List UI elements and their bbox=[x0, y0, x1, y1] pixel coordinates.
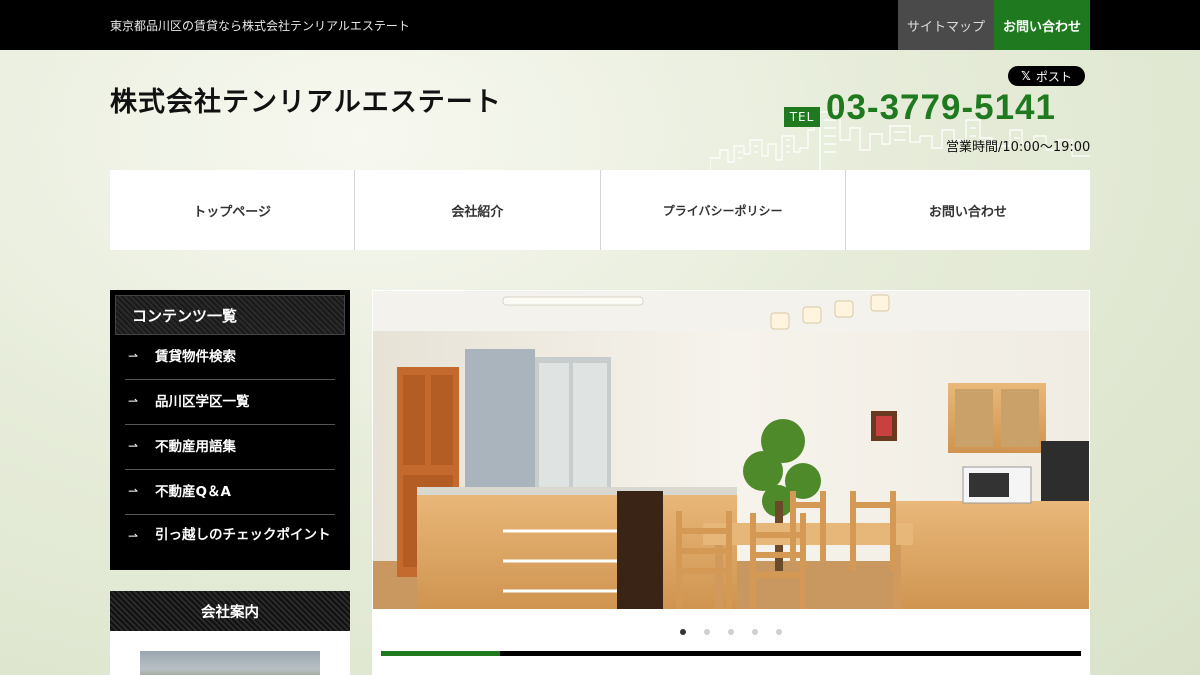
sidebar-item-school-districts[interactable]: ⇀ 品川区学区一覧 bbox=[125, 380, 335, 425]
arrow-right-icon: ⇀ bbox=[128, 349, 139, 363]
company-info-box bbox=[110, 631, 350, 675]
sidebar-contents-title: コンテンツ一覧 bbox=[115, 295, 345, 335]
company-building-photo[interactable] bbox=[140, 651, 320, 675]
slider-progress-fill bbox=[381, 651, 500, 656]
sidebar-item-moving-checkpoints[interactable]: ⇀ 引っ越しのチェックポイント bbox=[125, 515, 335, 557]
company-info-title: 会社案内 bbox=[110, 591, 350, 631]
sidebar-contents: コンテンツ一覧 ⇀ 賃貸物件検索 ⇀ 品川区学区一覧 ⇀ 不動産用語集 ⇀ 不動… bbox=[110, 290, 350, 570]
sidebar-item-label: 不動産用語集 bbox=[155, 438, 236, 455]
top-bar: 東京都品川区の賃貸なら株式会社テンリアルエステート サイトマップ お問い合わせ bbox=[0, 0, 1200, 50]
nav-item-privacy[interactable]: プライバシーポリシー bbox=[601, 170, 846, 250]
site-tagline: 東京都品川区の賃貸なら株式会社テンリアルエステート bbox=[110, 19, 410, 33]
company-name-logo[interactable]: 株式会社テンリアルエステート bbox=[110, 80, 502, 119]
nav-item-top[interactable]: トップページ bbox=[110, 170, 356, 250]
sidebar-item-label: 品川区学区一覧 bbox=[155, 393, 250, 410]
phone-number[interactable]: 03-3779-5141 bbox=[826, 88, 1056, 128]
x-logo-icon: 𝕏 bbox=[1021, 69, 1031, 83]
post-label: ポスト bbox=[1035, 69, 1072, 84]
sidebar-item-label: 賃貸物件検索 bbox=[155, 349, 236, 365]
main-slider bbox=[372, 290, 1090, 675]
slider-progress-bar bbox=[381, 651, 1081, 656]
tel-badge: TEL bbox=[784, 107, 820, 127]
sidebar-item-faq[interactable]: ⇀ 不動産Q＆A bbox=[125, 470, 335, 515]
slider-dot-2[interactable] bbox=[702, 627, 712, 637]
global-nav: トップページ 会社紹介 プライバシーポリシー お問い合わせ bbox=[110, 170, 1090, 250]
sidebar-item-label: 引っ越しのチェックポイント bbox=[155, 526, 331, 543]
x-post-button[interactable]: 𝕏 ポスト bbox=[1008, 66, 1085, 86]
slider-dot-1[interactable] bbox=[678, 627, 688, 637]
business-hours: 営業時間/10:00〜19:00 bbox=[946, 140, 1091, 155]
slider-dot-5[interactable] bbox=[774, 627, 784, 637]
slide-image-kitchen[interactable] bbox=[373, 291, 1089, 609]
nav-item-contact[interactable]: お問い合わせ bbox=[846, 170, 1090, 250]
sidebar-item-rental-search[interactable]: ⇀ 賃貸物件検索 bbox=[125, 335, 335, 380]
slider-pagination bbox=[372, 627, 1090, 637]
contact-link[interactable]: お問い合わせ bbox=[994, 0, 1090, 50]
arrow-right-icon: ⇀ bbox=[128, 528, 139, 543]
slider-dot-3[interactable] bbox=[726, 627, 736, 637]
arrow-right-icon: ⇀ bbox=[128, 393, 139, 408]
slider-dot-4[interactable] bbox=[750, 627, 760, 637]
sidebar-menu: ⇀ 賃貸物件検索 ⇀ 品川区学区一覧 ⇀ 不動産用語集 ⇀ 不動産Q＆A ⇀ 引… bbox=[115, 335, 345, 556]
sitemap-link[interactable]: サイトマップ bbox=[898, 0, 994, 50]
sidebar-item-label: 不動産Q＆A bbox=[155, 483, 231, 500]
sidebar-item-glossary[interactable]: ⇀ 不動産用語集 bbox=[125, 425, 335, 470]
nav-item-company[interactable]: 会社紹介 bbox=[355, 170, 601, 250]
arrow-right-icon: ⇀ bbox=[128, 438, 139, 453]
arrow-right-icon: ⇀ bbox=[128, 483, 139, 498]
